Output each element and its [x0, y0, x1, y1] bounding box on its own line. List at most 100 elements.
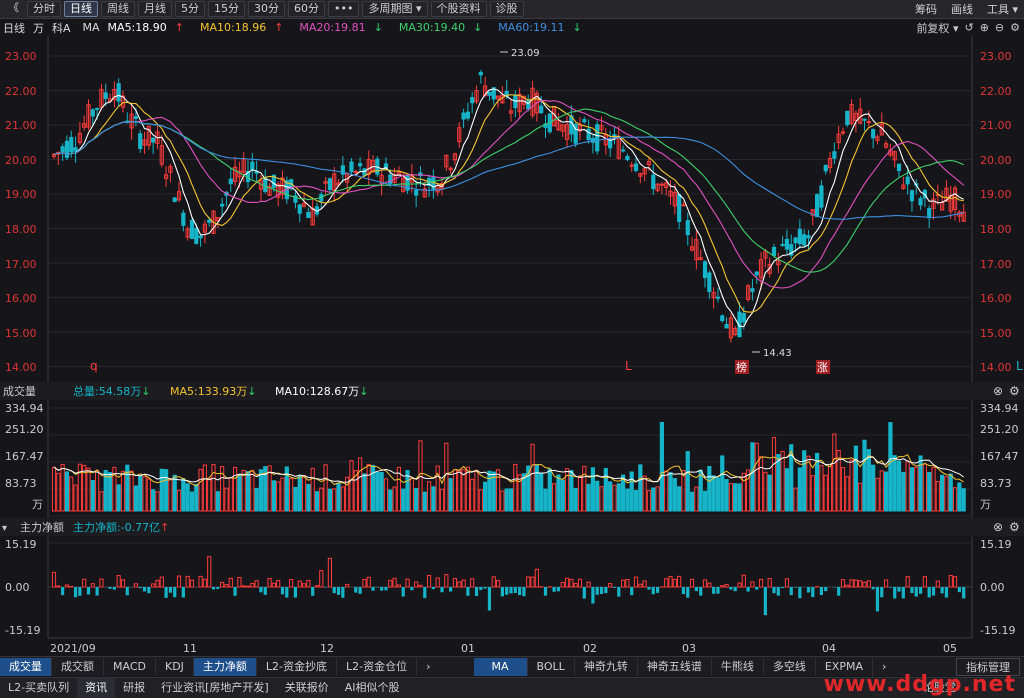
draw-line-button[interactable]: 画线 — [951, 1, 973, 17]
volume-bar — [573, 487, 578, 512]
overlay-tab-bullbear[interactable]: 牛熊线 — [712, 657, 764, 676]
flow-bar — [263, 587, 267, 595]
flow-tick-left-1: 0.00 — [5, 581, 30, 594]
tab-monthly[interactable]: 月线 — [138, 1, 172, 17]
flow-bar — [198, 575, 203, 588]
tools-dropdown[interactable]: 工具 ▾ — [987, 1, 1018, 17]
tab-main-flow[interactable]: 主力净额 — [193, 657, 257, 676]
marker-l[interactable]: L — [625, 359, 632, 373]
overlay-tab-ma[interactable]: MA — [473, 657, 528, 676]
volume-bar — [664, 470, 669, 512]
stock-profile-button[interactable]: 个股资料 — [430, 1, 487, 17]
overlay-tab-nine[interactable]: 神奇九转 — [575, 657, 638, 676]
zoom-in-icon[interactable]: ⊕ — [980, 21, 989, 34]
tab-turnover[interactable]: 成交额 — [52, 657, 104, 676]
volume-bar — [603, 467, 608, 512]
flow-bar — [694, 587, 698, 592]
tab-5min[interactable]: 5分 — [175, 1, 205, 17]
vol-tick-left-4: 万 — [32, 498, 43, 511]
flow-bar — [151, 583, 156, 588]
volume-bar — [452, 469, 458, 512]
overlay-tab-longshort[interactable]: 多空线 — [764, 657, 816, 676]
flow-bar — [164, 587, 168, 598]
volume-bar — [224, 487, 229, 512]
footer-tab-research[interactable]: 研报 — [115, 678, 153, 698]
badge-bang[interactable]: 榜 — [736, 360, 747, 374]
price-tick-left-4: 19.00 — [5, 188, 37, 201]
collapse-icon[interactable]: ▾ — [2, 523, 7, 534]
flow-bar — [306, 579, 311, 588]
badge-zhang[interactable]: 涨 — [817, 361, 828, 374]
footer-tab-related[interactable]: 关联报价 — [277, 678, 337, 698]
flow-bar — [354, 587, 358, 593]
flow-bar — [935, 580, 940, 588]
volume-bar — [276, 481, 281, 512]
footer-tab-l2-queue[interactable]: L2-买卖队列 — [0, 678, 77, 698]
tab-weekly[interactable]: 周线 — [101, 1, 135, 17]
candle-body — [582, 119, 587, 123]
kline-chart[interactable]: 23.00 22.00 21.00 20.00 19.00 18.00 17.0… — [0, 36, 1024, 656]
zoom-out-icon[interactable]: ⊖ — [995, 21, 1004, 34]
volume-bar — [556, 474, 561, 512]
diagnose-button[interactable]: 诊股 — [489, 1, 524, 17]
footer-tab-industry[interactable]: 行业资讯[房地产开发] — [153, 678, 277, 698]
vol-tick-right-3: 83.73 — [980, 477, 1012, 490]
more-periods-button[interactable]: ••• — [328, 1, 360, 17]
candle-body — [715, 296, 721, 299]
flow-bar — [341, 587, 345, 598]
tab-60min[interactable]: 60分 — [288, 1, 325, 17]
more-indicators-arrow[interactable]: › — [417, 658, 439, 676]
candlesticks — [51, 69, 966, 343]
candle-body — [60, 146, 65, 153]
footer-tab-news[interactable]: 资讯 — [77, 678, 116, 698]
adjust-dropdown[interactable]: 前复权 ▾ — [916, 20, 958, 36]
tab-15min[interactable]: 15分 — [208, 1, 245, 17]
marker-l-right[interactable]: L — [1016, 359, 1023, 373]
tab-macd[interactable]: MACD — [104, 657, 156, 676]
tab-fenshi[interactable]: 分时 — [27, 1, 61, 17]
price-tick-right-5: 18.00 — [980, 223, 1012, 236]
candle-body — [840, 131, 846, 134]
chips-button[interactable]: 筹码 — [915, 1, 937, 17]
date-tick-0: 2021/09 — [50, 642, 96, 655]
close-icon[interactable]: ⊗ — [993, 520, 1003, 534]
volume-bar — [707, 465, 712, 512]
vol-tick-right-2: 167.47 — [980, 450, 1019, 463]
back-button[interactable]: 《 — [3, 1, 24, 17]
volume-bar — [142, 476, 147, 512]
tab-volume[interactable]: 成交量 — [0, 657, 52, 676]
candle-body — [918, 198, 923, 206]
ma-legend: 日线 万 科A MA MA5:18.90 ↑ MA10:18.96 ↑ MA20:1… — [0, 19, 1024, 36]
volume-bar — [146, 478, 151, 512]
footer-tab-ai[interactable]: AI相似个股 — [337, 678, 408, 698]
tab-l2-bottom[interactable]: L2-资金抄底 — [257, 657, 338, 676]
close-icon[interactable]: ⊗ — [993, 384, 1003, 398]
settings-icon[interactable]: ⚙ — [1010, 21, 1020, 34]
flow-bar — [853, 579, 859, 588]
settings-icon[interactable]: ⚙ — [1009, 384, 1020, 398]
flow-value: 主力净额:-0.77亿↑ — [73, 520, 169, 534]
multi-period-dropdown[interactable]: 多周期图 ▾ — [362, 1, 428, 17]
adj-label[interactable]: 科A — [52, 20, 71, 36]
overlay-tab-boll[interactable]: BOLL — [528, 657, 575, 676]
volume-bar — [358, 457, 363, 512]
flow-bar — [776, 587, 780, 596]
candle-body — [659, 183, 664, 186]
tab-daily[interactable]: 日线 — [64, 1, 98, 17]
tab-l2-position[interactable]: L2-资金仓位 — [337, 657, 418, 676]
volume-bar — [543, 488, 548, 512]
tab-kdj[interactable]: KDJ — [156, 657, 194, 676]
settings-icon[interactable]: ⚙ — [1009, 520, 1020, 534]
flow-bar — [405, 578, 410, 588]
price-tick-right-1: 22.00 — [980, 85, 1012, 98]
ma-label[interactable]: MA — [83, 21, 100, 34]
marker-q[interactable]: q — [90, 359, 98, 373]
flow-bar — [211, 587, 216, 590]
volume-bar — [608, 481, 613, 512]
candle-body — [724, 323, 729, 329]
tab-30min[interactable]: 30分 — [248, 1, 285, 17]
undo-icon[interactable]: ↺ — [964, 21, 973, 34]
overlay-tab-five[interactable]: 神奇五线谱 — [638, 657, 712, 676]
flow-bar — [724, 583, 729, 588]
volume-bar — [638, 464, 643, 512]
